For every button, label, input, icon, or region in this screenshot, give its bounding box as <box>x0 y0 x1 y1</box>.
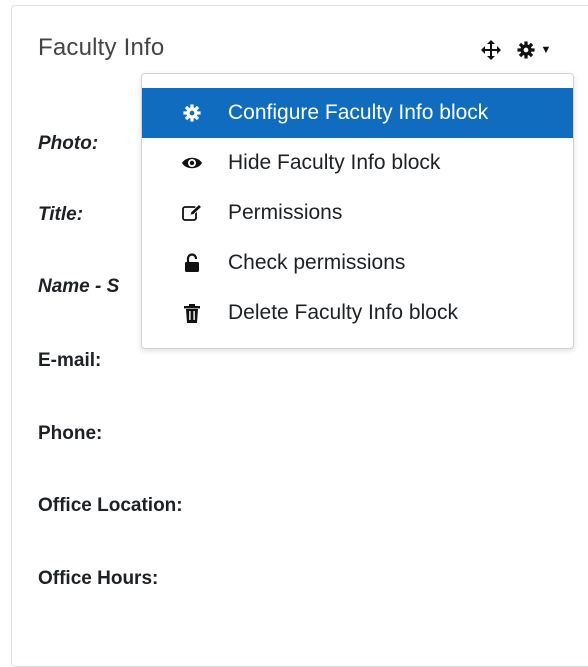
menu-item-delete[interactable]: Delete Faculty Info block <box>142 288 573 338</box>
field-photo-label: Photo: <box>38 133 99 154</box>
menu-item-hide[interactable]: Hide Faculty Info block <box>142 138 573 188</box>
field-email-label: E-mail: <box>38 350 102 371</box>
move-arrows-icon[interactable] <box>474 36 508 64</box>
caret-down-icon: ▼ <box>540 44 552 56</box>
menu-item-label: Permissions <box>228 201 343 224</box>
field-office-location-label: Office Location: <box>38 495 183 516</box>
menu-item-label: Check permissions <box>228 251 406 274</box>
field-title-label: Title: <box>38 204 84 225</box>
block-actions-dropdown: Configure Faculty Info block Hide Facult… <box>141 73 574 349</box>
block-actions-menu-toggle[interactable]: ▼ <box>508 36 560 64</box>
gear-icon <box>516 41 535 59</box>
block-title: Faculty Info <box>38 34 165 61</box>
menu-item-configure[interactable]: Configure Faculty Info block <box>142 88 573 138</box>
menu-item-label: Hide Faculty Info block <box>228 151 441 174</box>
block-controls: ▼ <box>474 36 560 64</box>
edit-icon <box>180 202 204 224</box>
menu-item-permissions[interactable]: Permissions <box>142 188 573 238</box>
menu-item-label: Delete Faculty Info block <box>228 301 458 324</box>
trash-icon <box>180 302 204 324</box>
field-phone-label: Phone: <box>38 423 103 444</box>
menu-item-check-permissions[interactable]: Check permissions <box>142 238 573 288</box>
field-name-label: Name - S <box>38 276 120 297</box>
field-office-hours-label: Office Hours: <box>38 568 159 589</box>
menu-item-label: Configure Faculty Info block <box>228 101 489 124</box>
eye-icon <box>180 152 204 174</box>
gear-icon <box>180 102 204 124</box>
unlock-icon <box>180 252 204 274</box>
